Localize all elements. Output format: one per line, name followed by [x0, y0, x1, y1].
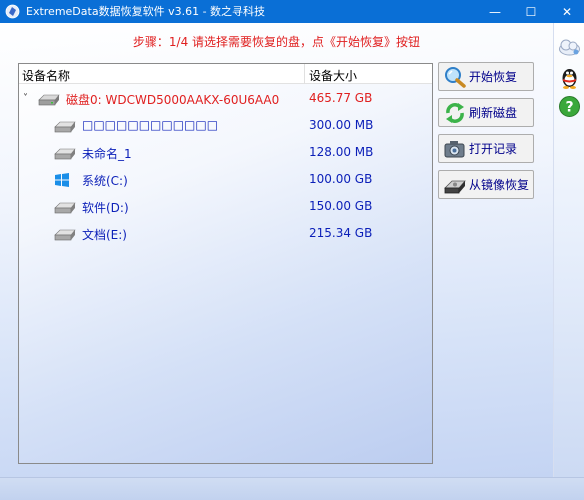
- expand-chevron-icon[interactable]: ˅: [23, 93, 28, 104]
- partition-size: 300.00 MB: [309, 118, 374, 132]
- device-list[interactable]: 设备名称 设备大小 ˅ 磁盘0: WDCWD5000AAKX-60U6AA0 4…: [18, 63, 433, 464]
- restore-from-image-button[interactable]: 从镜像恢复: [438, 170, 534, 199]
- svg-text:?: ?: [565, 100, 573, 116]
- refresh-icon: [446, 102, 464, 123]
- disk-image-icon: [444, 180, 466, 193]
- partition-name: 系统(C:): [82, 174, 128, 188]
- cloud-icon[interactable]: [557, 34, 582, 59]
- partition-size: 100.00 GB: [309, 172, 373, 186]
- partition-row[interactable]: 软件(D:) 150.00 GB: [19, 195, 432, 219]
- column-header-size[interactable]: 设备大小: [309, 67, 357, 84]
- partition-name: 未命名_1: [82, 147, 132, 161]
- close-button[interactable]: ✕: [550, 0, 584, 23]
- partition-drive-icon: [54, 148, 76, 160]
- partition-name: 文档(E:): [82, 228, 127, 242]
- hard-disk-icon: [38, 94, 60, 106]
- partition-name: 软件(D:): [82, 201, 129, 215]
- device-list-header: 设备名称 设备大小: [19, 64, 432, 84]
- disk-row[interactable]: ˅ 磁盘0: WDCWD5000AAKX-60U6AA0 465.77 GB: [19, 87, 432, 111]
- help-icon[interactable]: ?: [557, 94, 582, 119]
- refresh-disk-label: 刷新磁盘: [469, 106, 518, 120]
- restore-from-image-label: 从镜像恢复: [469, 178, 530, 192]
- close-icon: ✕: [561, 4, 573, 19]
- partition-row[interactable]: 文档(E:) 215.34 GB: [19, 222, 432, 246]
- step-instruction: 步骤：1/4 请选择需要恢复的盘，点《开始恢复》按钮: [132, 35, 421, 49]
- maximize-icon: ☐: [525, 4, 537, 19]
- partition-size: 150.00 GB: [309, 199, 373, 213]
- maximize-button[interactable]: ☐: [514, 0, 548, 23]
- magnifier-icon: [445, 66, 466, 88]
- column-divider[interactable]: [304, 64, 305, 84]
- partition-row[interactable]: 未命名_1 128.00 MB: [19, 141, 432, 165]
- partition-drive-icon: [54, 229, 76, 241]
- column-header-name[interactable]: 设备名称: [22, 67, 70, 84]
- qq-penguin-icon[interactable]: [557, 65, 582, 90]
- start-recovery-button[interactable]: 开始恢复: [438, 62, 534, 91]
- partition-row[interactable]: 系统(C:) 100.00 GB: [19, 168, 432, 192]
- refresh-disk-button[interactable]: 刷新磁盘: [438, 98, 534, 127]
- minimize-button[interactable]: —: [478, 0, 512, 23]
- status-bar: [0, 477, 584, 500]
- partition-drive-icon: [54, 121, 76, 133]
- disk-name: 磁盘0: WDCWD5000AAKX-60U6AA0: [66, 93, 280, 107]
- partition-drive-icon: [54, 202, 76, 214]
- partition-row[interactable]: □□□□□□□□□□□□ 300.00 MB: [19, 114, 432, 138]
- minimize-icon: —: [489, 4, 501, 19]
- windows-logo-icon: [55, 173, 69, 187]
- disk-size: 465.77 GB: [309, 91, 373, 105]
- app-icon: [5, 4, 20, 19]
- camera-icon: [444, 140, 465, 157]
- window-title: ExtremeData数据恢复软件 v3.61 - 数之寻科技: [26, 5, 266, 18]
- title-bar: ExtremeData数据恢复软件 v3.61 - 数之寻科技 — ☐ ✕: [0, 0, 584, 23]
- open-record-button[interactable]: 打开记录: [438, 134, 534, 163]
- partition-size: 215.34 GB: [309, 226, 373, 240]
- open-record-label: 打开记录: [469, 142, 518, 156]
- main-area: 步骤：1/4 请选择需要恢复的盘，点《开始恢复》按钮 设备名称 设备大小 ˅ 磁…: [0, 23, 553, 477]
- right-sidebar: ?: [553, 23, 584, 477]
- start-recovery-label: 开始恢复: [469, 70, 518, 84]
- partition-name: □□□□□□□□□□□□: [82, 118, 219, 132]
- partition-size: 128.00 MB: [309, 145, 374, 159]
